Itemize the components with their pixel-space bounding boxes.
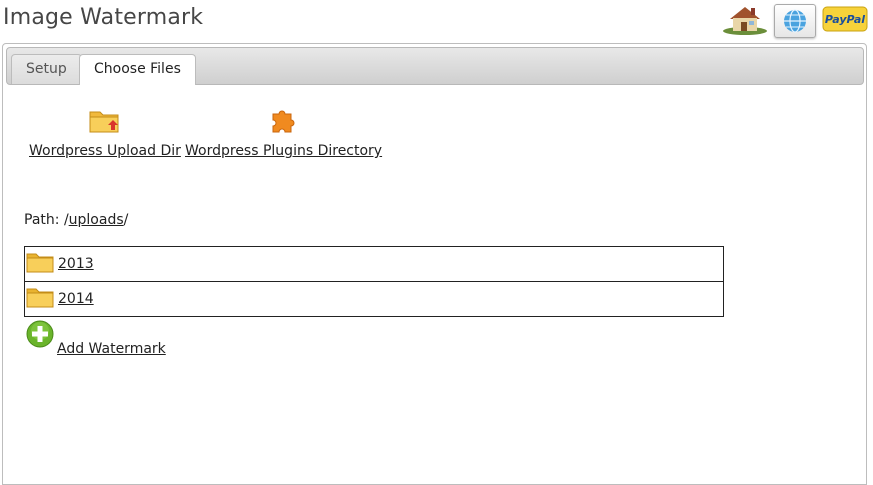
upload-dir-label: Wordpress Upload Dir [29,143,181,159]
plugins-dir-label: Wordpress Plugins Directory [185,143,383,159]
add-watermark-button[interactable]: Add Watermark [25,319,166,357]
tab-bar: Setup Choose Files [6,47,864,85]
wordpress-plugins-directory-link[interactable]: Wordpress Plugins Directory [185,108,382,159]
paypal-logo-text: PayPal [825,13,865,26]
add-plus-icon [25,319,55,353]
page-title: Image Watermark [3,5,204,30]
path-breadcrumb: Path: /uploads/ [24,212,128,228]
choose-files-content: Wordpress Upload Dir Wordpress Plugins D… [3,84,866,484]
paypal-icon[interactable]: PayPal [822,6,868,36]
puzzle-piece-icon [269,108,299,138]
folder-link-2014[interactable]: 2014 [58,291,94,307]
folder-icon [26,285,54,313]
tab-setup[interactable]: Setup [11,54,82,84]
folder-icon [26,250,54,278]
folder-row[interactable]: 2014 [25,281,723,316]
tab-choose-files[interactable]: Choose Files [79,54,196,85]
upload-folder-icon [89,108,121,138]
wordpress-upload-dir-link[interactable]: Wordpress Upload Dir [29,108,181,159]
web-globe-icon[interactable] [774,4,816,38]
path-segment-uploads[interactable]: uploads [69,212,124,228]
path-suffix: / [123,212,129,228]
add-watermark-label: Add Watermark [57,341,166,357]
header-icons: PayPal [722,3,868,39]
home-icon[interactable] [722,3,768,39]
path-label: Path: [24,212,60,228]
main-panel: Setup Choose Files Wordpress Upload Dir … [2,43,867,485]
folder-list: 2013 2014 [24,246,724,317]
folder-row[interactable]: 2013 [25,247,723,281]
folder-link-2013[interactable]: 2013 [58,256,94,272]
